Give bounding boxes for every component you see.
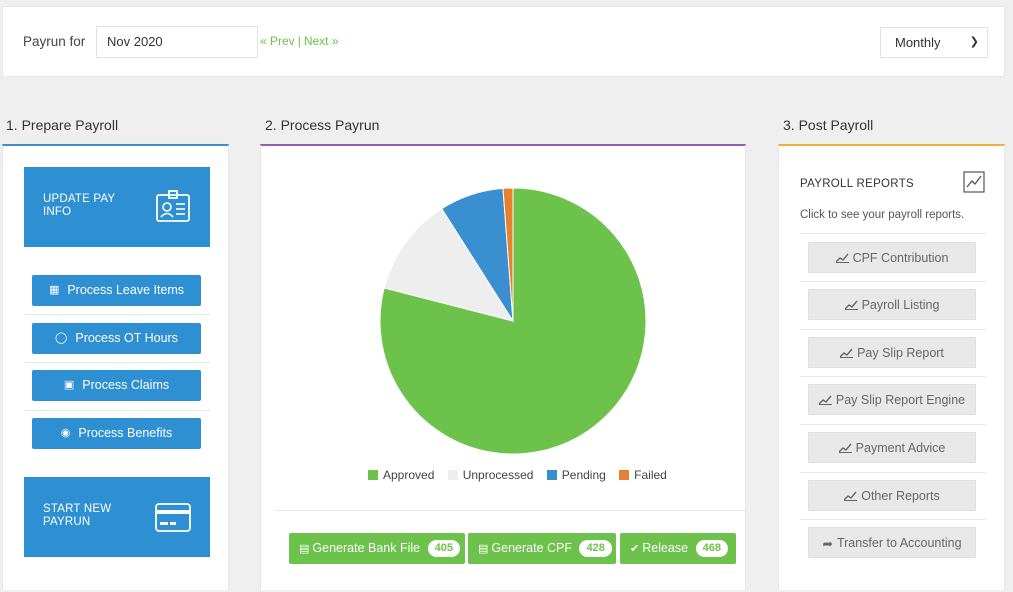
prev-link[interactable]: « Prev: [260, 34, 295, 48]
next-link[interactable]: Next »: [304, 34, 339, 48]
legend-item-pending: Pending: [546, 468, 606, 482]
line-chart-icon: [844, 300, 858, 310]
line-chart-icon: [838, 443, 852, 453]
process-claims-button[interactable]: ▣ Process Claims: [32, 370, 201, 401]
report-label: Payment Advice: [855, 441, 946, 455]
payroll-listing-button[interactable]: Payroll Listing: [808, 289, 976, 320]
prepare-payroll-panel: UPDATE PAY INFO ▦ Process Leave Items ◯ Pr…: [2, 144, 229, 590]
divider: [275, 510, 745, 511]
report-label: Transfer to Accounting: [836, 536, 962, 550]
generate-cpf-label: Generate CPF: [491, 541, 572, 555]
pay-slip-report-engine-button[interactable]: Pay Slip Report Engine: [808, 384, 976, 415]
count-badge: 468: [695, 540, 728, 557]
divider: [800, 519, 986, 520]
clock-icon: ◯: [55, 332, 68, 345]
legend-label: Approved: [383, 468, 435, 482]
document-icon: ▤: [478, 543, 489, 555]
divider: [800, 233, 986, 234]
frequency-value: Monthly: [895, 35, 941, 50]
document-icon: ▣: [63, 379, 75, 392]
count-badge: 428: [579, 540, 612, 557]
calendar-icon: ▦: [48, 284, 60, 297]
legend-swatch: [368, 470, 378, 480]
payroll-reports-subtitle: Click to see your payroll reports.: [800, 209, 965, 221]
document-icon: ▤: [299, 543, 310, 555]
divider: [800, 472, 986, 473]
process-benefits-button[interactable]: ◉ Process Benefits: [32, 418, 201, 449]
thumbs-up-icon: ✔: [630, 543, 640, 555]
divider: [24, 314, 210, 315]
transfer-to-accounting-button[interactable]: ➦ Transfer to Accounting: [808, 527, 976, 558]
prepare-payroll-title: 1. Prepare Payroll: [6, 117, 119, 133]
report-label: Pay Slip Report Engine: [835, 393, 966, 407]
start-new-payrun-label: START NEW PAYRUN: [43, 503, 112, 528]
money-icon: ◉: [60, 427, 71, 440]
other-reports-button[interactable]: Other Reports: [808, 480, 976, 511]
generate-bank-file-button[interactable]: ▤ Generate Bank File 405: [289, 533, 465, 564]
process-leave-items-button[interactable]: ▦ Process Leave Items: [32, 275, 201, 306]
generate-bank-file-label: Generate Bank File: [312, 541, 421, 555]
legend-swatch: [619, 470, 630, 480]
post-payroll-title: 3. Post Payroll: [783, 117, 874, 133]
count-badge: 405: [427, 540, 460, 557]
legend-item-approved: Approved: [368, 468, 434, 482]
line-chart-icon: [840, 348, 854, 358]
payroll-reports-title: PAYROLL REPORTS: [800, 178, 914, 190]
payrun-status-pie-chart: [379, 187, 647, 455]
post-payroll-panel: PAYROLL REPORTS Click to see your payrol…: [778, 144, 1005, 590]
nav-separator: |: [297, 34, 301, 48]
chevron-down-icon: ❯: [969, 36, 979, 48]
release-label: Release: [642, 541, 689, 555]
share-arrow-icon: ➦: [822, 537, 833, 551]
line-chart-icon: [844, 491, 858, 501]
pay-slip-report-button[interactable]: Pay Slip Report: [808, 337, 976, 368]
id-card-icon: [156, 190, 190, 222]
legend-label: Unprocessed: [462, 468, 534, 482]
update-pay-info-label: UPDATE PAY INFO: [43, 193, 116, 218]
payrun-header: Payrun for Nov 2020 « Prev | Next » Monthl…: [2, 6, 1005, 77]
chart-legend: Approved Unprocessed Pending Failed: [368, 468, 677, 482]
line-chart-icon: [818, 395, 832, 405]
report-label: Pay Slip Report: [857, 346, 944, 360]
period-nav: « Prev | Next »: [260, 34, 339, 48]
line-chart-icon: [963, 171, 985, 193]
process-benefits-label: Process Benefits: [78, 426, 173, 440]
frequency-select[interactable]: Monthly ❯: [880, 27, 988, 58]
process-claims-label: Process Claims: [82, 378, 170, 392]
payment-advice-button[interactable]: Payment Advice: [808, 432, 976, 463]
legend-item-unprocessed: Unprocessed: [447, 468, 534, 482]
divider: [24, 410, 210, 411]
process-leave-items-label: Process Leave Items: [67, 283, 185, 297]
legend-swatch: [546, 470, 557, 480]
update-pay-info-button[interactable]: UPDATE PAY INFO: [24, 167, 210, 247]
legend-item-failed: Failed: [619, 468, 667, 482]
payrun-label: Payrun for: [23, 34, 86, 49]
cpf-contribution-button[interactable]: CPF Contribution: [808, 242, 976, 273]
divider: [800, 376, 986, 377]
process-ot-hours-label: Process OT Hours: [75, 331, 178, 345]
generate-cpf-button[interactable]: ▤ Generate CPF 428: [468, 533, 616, 564]
legend-label: Pending: [561, 468, 606, 482]
period-input[interactable]: Nov 2020: [96, 26, 258, 58]
line-chart-icon: [835, 253, 849, 263]
process-ot-hours-button[interactable]: ◯ Process OT Hours: [32, 323, 201, 354]
report-label: CPF Contribution: [852, 251, 949, 265]
report-label: Payroll Listing: [861, 298, 940, 312]
release-button[interactable]: ✔ Release 468: [620, 533, 736, 564]
start-new-payrun-button[interactable]: START NEW PAYRUN: [24, 477, 210, 557]
divider: [800, 424, 986, 425]
legend-label: Failed: [634, 468, 667, 482]
process-payrun-title: 2. Process Payrun: [265, 117, 380, 133]
divider: [800, 329, 986, 330]
process-payrun-panel: Approved Unprocessed Pending Failed ▤ Gen…: [260, 144, 746, 590]
divider: [800, 281, 986, 282]
divider: [24, 362, 210, 363]
legend-swatch: [447, 470, 458, 480]
report-label: Other Reports: [861, 489, 940, 503]
credit-card-icon: [155, 503, 191, 532]
